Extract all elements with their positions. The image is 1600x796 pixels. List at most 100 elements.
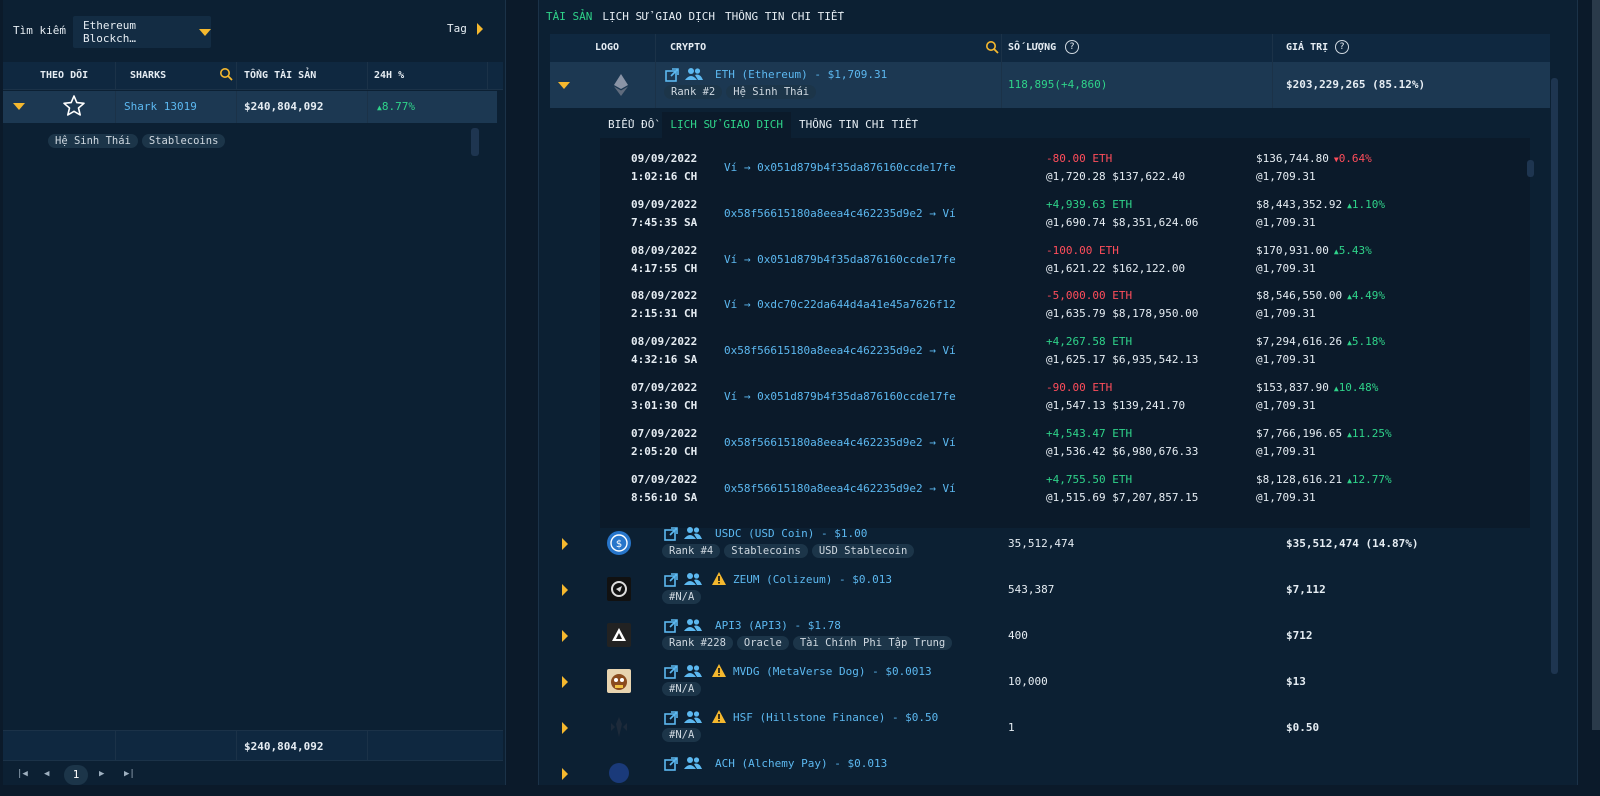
table-row[interactable]: 08/09/2022 4:32:16 SA 0x58f56615180a8eea4c… [600, 331, 1520, 377]
col-sharks[interactable]: SHARKS [130, 70, 166, 81]
col-total[interactable]: TỔNG TÀI SẢN [244, 70, 316, 81]
chevron-right-icon[interactable] [562, 676, 568, 688]
scrollbar[interactable] [1527, 160, 1534, 177]
asset-row-hsf[interactable]: HSF (Hillstone Finance) - $0.50 #N/A 1 $0.5… [550, 704, 1550, 750]
shark-change-value: 8.77% [381, 100, 415, 113]
asset-name-link[interactable]: API3 (API3) - $1.78 [715, 619, 841, 632]
table-row[interactable]: 07/09/2022 3:01:30 CH Ví → 0x051d879b4f35d… [600, 377, 1520, 423]
table-row[interactable]: 09/09/2022 7:45:35 SA 0x58f56615180a8eea4c… [600, 194, 1520, 240]
tx-change: 10.48% [1338, 381, 1379, 394]
col-change[interactable]: 24H % [374, 70, 404, 81]
table-row[interactable]: Shark 13019 $240,804,092 ▲8.77% [3, 91, 497, 123]
users-icon[interactable] [684, 526, 702, 543]
tx-address-link[interactable]: Ví → 0xdc70c22da644d4a41e45a7626f12 [724, 298, 956, 311]
col-quantity[interactable]: SỐ LƯỢNG [1008, 42, 1056, 53]
tab-details[interactable]: THÔNG TIN CHI TIẾT [725, 10, 844, 23]
tx-address-link[interactable]: Ví → 0x051d879b4f35da876160ccde17fe [724, 161, 956, 174]
chevron-down-icon[interactable] [13, 103, 25, 110]
divider [367, 731, 368, 761]
first-page-icon[interactable]: |◀ [17, 769, 28, 779]
table-row[interactable]: 07/09/2022 2:05:20 CH 0x58f56615180a8eea4c… [600, 423, 1520, 469]
external-link-icon[interactable] [664, 619, 678, 636]
prev-page-icon[interactable]: ◀ [44, 769, 49, 779]
asset-quantity: 1 [1008, 721, 1015, 734]
table-row[interactable]: 08/09/2022 2:15:31 CH Ví → 0xdc70c22da644d… [600, 285, 1520, 331]
tag-filter[interactable]: Tag [447, 22, 483, 35]
shark-name-link[interactable]: Shark 13019 [124, 100, 197, 113]
users-icon[interactable] [684, 664, 702, 681]
external-link-icon[interactable] [664, 527, 678, 544]
asset-name-link[interactable]: MVDG (MetaVerse Dog) - $0.0013 [733, 665, 932, 678]
search-icon[interactable] [985, 40, 999, 57]
col-crypto[interactable]: CRYPTO [670, 42, 706, 53]
external-link-icon[interactable] [664, 573, 678, 590]
users-icon[interactable] [684, 572, 702, 589]
tx-address-link[interactable]: Ví → 0x051d879b4f35da876160ccde17fe [724, 390, 956, 403]
chain-select[interactable]: Ethereum Blockch… [73, 16, 211, 48]
tab-transactions[interactable]: LỊCH SỬ GIAO DỊCH [602, 10, 715, 23]
users-icon[interactable] [684, 618, 702, 635]
tx-current-value: $153,837.90 ▲10.48% [1256, 381, 1378, 394]
chevron-right-icon[interactable] [562, 538, 568, 550]
asset-row-ach[interactable]: ACH (Alchemy Pay) - $0.013 [550, 750, 1550, 796]
next-page-icon[interactable]: ▶ [99, 769, 104, 779]
tx-address-link[interactable]: 0x58f56615180a8eea4c462235d9e2 → Ví [724, 344, 956, 357]
tx-current-value: $8,443,352.92 ▲1.10% [1256, 198, 1385, 211]
users-icon[interactable] [684, 710, 702, 727]
asset-name-link[interactable]: ACH (Alchemy Pay) - $0.013 [715, 757, 887, 770]
subtab-details[interactable]: THÔNG TIN CHI TIẾT [791, 112, 926, 138]
asset-row-eth[interactable]: ETH (Ethereum) - $1,709.31 Rank #2 Hệ Si… [550, 62, 1550, 108]
subtab-transactions[interactable]: LỊCH SỬ GIAO DỊCH [662, 112, 791, 138]
asset-name-link[interactable]: ETH (Ethereum) - $1,709.31 [715, 68, 887, 81]
asset-row-mvdg[interactable]: MVDG (MetaVerse Dog) - $0.0013 #N/A 10,000… [550, 658, 1550, 704]
asset-row-api3[interactable]: API3 (API3) - $1.78 Rank #228 Oracle Tài Ch… [550, 612, 1550, 658]
page-scrollbar[interactable] [1592, 0, 1600, 730]
col-value[interactable]: GIÁ TRỊ [1286, 42, 1328, 53]
chevron-right-icon[interactable] [562, 584, 568, 596]
external-link-icon[interactable] [664, 711, 678, 728]
external-link-icon[interactable] [665, 68, 679, 85]
tag-pill[interactable]: Hệ Sinh Thái [48, 134, 138, 148]
assets-table-header: LOGO CRYPTO SỐ LƯỢNG ? GIÁ TRỊ ? [550, 34, 1550, 62]
asset-name-link[interactable]: USDC (USD Coin) - $1.00 [715, 527, 867, 540]
table-row[interactable]: 08/09/2022 4:17:55 CH Ví → 0x051d879b4f35d… [600, 240, 1520, 286]
tag-pill[interactable]: Hệ Sinh Thái [726, 85, 817, 99]
chevron-right-icon[interactable] [562, 768, 568, 780]
chevron-down-icon[interactable] [558, 82, 570, 89]
last-page-icon[interactable]: ▶| [124, 769, 135, 779]
subtab-chart[interactable]: BIỂU ĐỒ [600, 112, 662, 138]
tag-pill[interactable]: Stablecoins [141, 134, 226, 148]
asset-row-zeum[interactable]: ZEUM (Colizeum) - $0.013 #N/A 543,387 $7,11… [550, 566, 1550, 612]
help-icon[interactable]: ? [1335, 40, 1349, 54]
asset-row-usdc[interactable]: $ USDC (USD Coin) - $1.00 Rank #4 Stablecoi… [550, 520, 1550, 566]
tag-pill[interactable]: Tài Chính Phi Tập Trung [792, 636, 953, 650]
chevron-right-icon[interactable] [562, 722, 568, 734]
tx-address-link[interactable]: 0x58f56615180a8eea4c462235d9e2 → Ví [724, 207, 956, 220]
users-icon[interactable] [685, 67, 703, 84]
page-number[interactable]: 1 [64, 765, 88, 785]
tab-assets[interactable]: TÀI SẢN [546, 10, 592, 23]
chevron-right-icon[interactable] [562, 630, 568, 642]
tag-pill[interactable]: Oracle [736, 636, 789, 650]
tx-address-link[interactable]: Ví → 0x051d879b4f35da876160ccde17fe [724, 253, 956, 266]
table-row[interactable]: 09/09/2022 1:02:16 CH Ví → 0x051d879b4f35d… [600, 148, 1520, 194]
asset-name-link[interactable]: HSF (Hillstone Finance) - $0.50 [733, 711, 938, 724]
external-link-icon[interactable] [664, 665, 678, 682]
table-row[interactable]: 07/09/2022 8:56:10 SA 0x58f56615180a8eea4c… [600, 469, 1520, 515]
help-icon[interactable]: ? [1065, 40, 1079, 54]
tx-date: 07/09/2022 [631, 472, 698, 486]
scrollbar[interactable] [1551, 78, 1558, 674]
tx-address-link[interactable]: 0x58f56615180a8eea4c462235d9e2 → Ví [724, 482, 956, 495]
external-link-icon[interactable] [664, 757, 678, 774]
search-icon[interactable] [219, 67, 233, 84]
tx-amount: -5,000.00 ETH [1046, 289, 1133, 303]
col-follow[interactable]: THEO DÕI [40, 70, 88, 81]
tag-pill[interactable]: Stablecoins [724, 544, 808, 558]
tag-pill[interactable]: USD Stablecoin [811, 544, 915, 558]
scrollbar[interactable] [471, 128, 479, 156]
users-icon[interactable] [684, 756, 702, 773]
star-icon[interactable] [62, 94, 86, 121]
asset-name-link[interactable]: ZEUM (Colizeum) - $0.013 [733, 573, 892, 586]
hsf-logo-icon [607, 715, 631, 742]
tx-address-link[interactable]: 0x58f56615180a8eea4c462235d9e2 → Ví [724, 436, 956, 449]
